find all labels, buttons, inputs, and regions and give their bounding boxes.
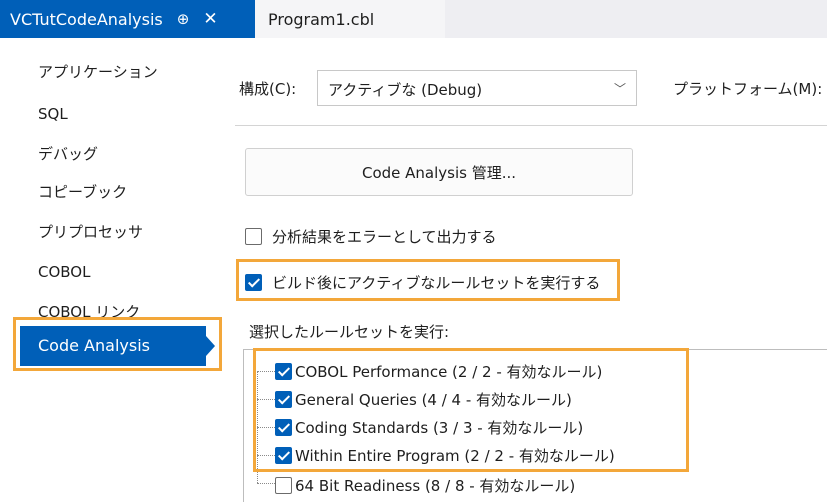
platform-label: プラットフォーム(M): — [673, 80, 823, 98]
sidebar-item-preprocessor[interactable]: プリプロセッサ — [38, 221, 143, 242]
errors-output-option[interactable]: 分析結果をエラーとして出力する — [245, 226, 497, 247]
sidebar-item-sql[interactable]: SQL — [38, 105, 68, 123]
tree-connector — [257, 483, 275, 484]
configuration-dropdown[interactable]: アクティブな (Debug) ﹀ — [317, 70, 637, 106]
errors-output-checkbox[interactable] — [245, 228, 262, 245]
sidebar-item-application[interactable]: アプリケーション — [38, 61, 158, 82]
errors-output-label: 分析結果をエラーとして出力する — [272, 228, 497, 246]
document-tab-strip: VCTutCodeAnalysis ⊕ ✕ Program1.cbl — [0, 0, 827, 38]
code-analysis-manage-button[interactable]: Code Analysis 管理... — [245, 148, 633, 196]
close-icon[interactable]: ✕ — [203, 9, 217, 29]
sidebar-item-cobol[interactable]: COBOL — [38, 263, 90, 281]
ruleset-list-label: 選択したルールセットを実行: — [249, 323, 450, 341]
tab-vctutcodeanalysis[interactable]: VCTutCodeAnalysis ⊕ ✕ — [0, 0, 255, 38]
highlight-box-rulesets — [253, 348, 689, 472]
highlight-box-run-after-build — [236, 259, 620, 301]
property-pages-sidebar: アプリケーション SQL デバッグ コピーブック プリプロセッサ COBOL C… — [0, 38, 233, 502]
tab-title: Program1.cbl — [268, 9, 375, 29]
highlight-box-sidebar — [13, 317, 222, 371]
divider — [235, 125, 827, 126]
pin-icon[interactable]: ⊕ — [177, 10, 190, 28]
code-analysis-page: 構成(C): アクティブな (Debug) ﹀ プラットフォーム(M): Cod… — [233, 38, 827, 502]
tab-program1-cbl[interactable]: Program1.cbl — [255, 0, 445, 38]
sidebar-item-copybook[interactable]: コピーブック — [38, 181, 127, 202]
configuration-value: アクティブな (Debug) — [328, 81, 483, 99]
sidebar-item-debug[interactable]: デバッグ — [38, 143, 98, 164]
chevron-down-icon: ﹀ — [613, 82, 626, 96]
ruleset-checkbox[interactable] — [275, 477, 292, 494]
ruleset-item-64-bit-readiness[interactable]: 64 Bit Readiness (8 / 8 - 有効なルール) — [275, 475, 575, 496]
tab-title: VCTutCodeAnalysis — [10, 9, 163, 29]
ruleset-label: 64 Bit Readiness (8 / 8 - 有効なルール) — [295, 477, 576, 495]
configuration-label: 構成(C): — [239, 80, 297, 98]
